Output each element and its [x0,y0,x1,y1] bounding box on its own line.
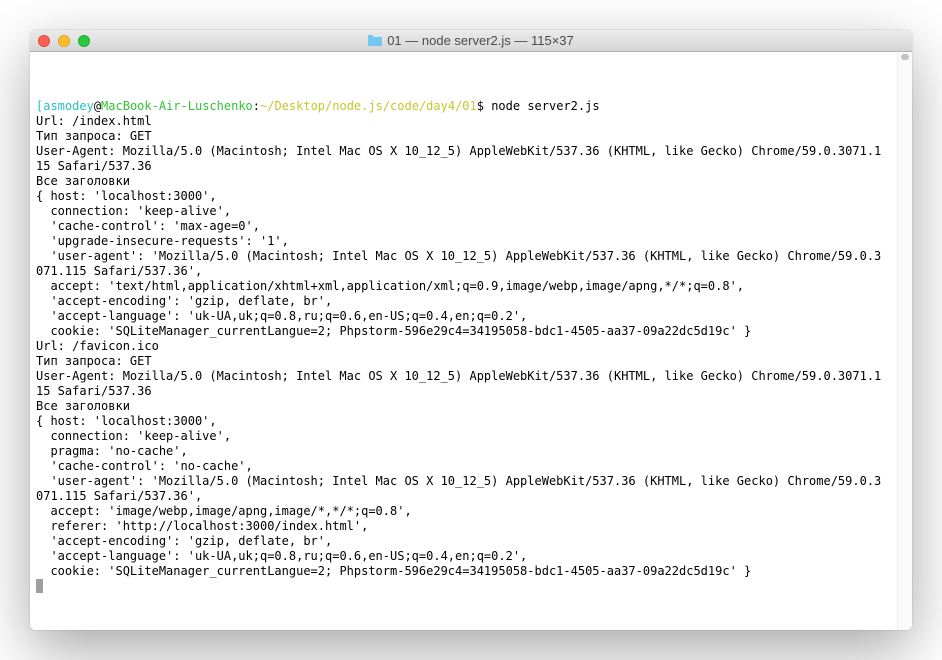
output-line: connection: 'keep-alive', [36,429,231,443]
output-line: connection: 'keep-alive', [36,204,231,218]
prompt-at: @ [94,99,101,113]
prompt-path: ~/Desktop/node.js/code/day4/01 [260,99,477,113]
window-title-text: 01 — node server2.js — 115×37 [387,33,574,48]
prompt-user: asmodey [43,99,94,113]
traffic-lights [38,35,90,47]
output-line: 'cache-control': 'no-cache', [36,459,253,473]
terminal-window: 01 — node server2.js — 115×37 [asmodey@M… [30,30,912,630]
maximize-button[interactable] [78,35,90,47]
output-line: 'user-agent': 'Mozilla/5.0 (Macintosh; I… [36,474,881,503]
scrollbar-thumb[interactable] [901,54,909,60]
output-line: User-Agent: Mozilla/5.0 (Macintosh; Inte… [36,369,881,398]
prompt-colon: : [253,99,260,113]
prompt-host: MacBook-Air-Luschenko [101,99,253,113]
output-line: pragma: 'no-cache', [36,444,188,458]
output-line: { host: 'localhost:3000', [36,189,217,203]
terminal-body[interactable]: [asmodey@MacBook-Air-Luschenko:~/Desktop… [30,52,912,630]
output-line: Тип запроса: GET [36,354,152,368]
output-line: 'upgrade-insecure-requests': '1', [36,234,289,248]
output-line: 'accept-language': 'uk-UA,uk;q=0.8,ru;q=… [36,549,527,563]
output-line: User-Agent: Mozilla/5.0 (Macintosh; Inte… [36,144,881,173]
output-line: cookie: 'SQLiteManager_currentLangue=2; … [36,324,751,338]
output-line: 'accept-language': 'uk-UA,uk;q=0.8,ru;q=… [36,309,527,323]
scrollbar-track[interactable] [897,52,912,630]
cursor [36,579,43,593]
close-button[interactable] [38,35,50,47]
output-line: Тип запроса: GET [36,129,152,143]
output-line: Все заголовки [36,399,130,413]
output-line: 'accept-encoding': 'gzip, deflate, br', [36,534,332,548]
output-line: Url: /index.html [36,114,152,128]
output-line: { host: 'localhost:3000', [36,414,217,428]
output-line: 'cache-control': 'max-age=0', [36,219,260,233]
prompt-dollar: $ [477,99,491,113]
window-title: 01 — node server2.js — 115×37 [30,33,912,48]
output-line: 'user-agent': 'Mozilla/5.0 (Macintosh; I… [36,249,881,278]
output-line: accept: 'text/html,application/xhtml+xml… [36,279,744,293]
terminal-content: [asmodey@MacBook-Air-Luschenko:~/Desktop… [36,99,906,594]
output-line: Url: /favicon.ico [36,339,159,353]
folder-icon [368,35,382,46]
minimize-button[interactable] [58,35,70,47]
output-line: cookie: 'SQLiteManager_currentLangue=2; … [36,564,751,578]
output-line: 'accept-encoding': 'gzip, deflate, br', [36,294,332,308]
titlebar[interactable]: 01 — node server2.js — 115×37 [30,30,912,52]
command-text: node server2.js [491,99,599,113]
output-line: Все заголовки [36,174,130,188]
output-line: accept: 'image/webp,image/apng,image/*,*… [36,504,412,518]
output-line: referer: 'http://localhost:3000/index.ht… [36,519,368,533]
